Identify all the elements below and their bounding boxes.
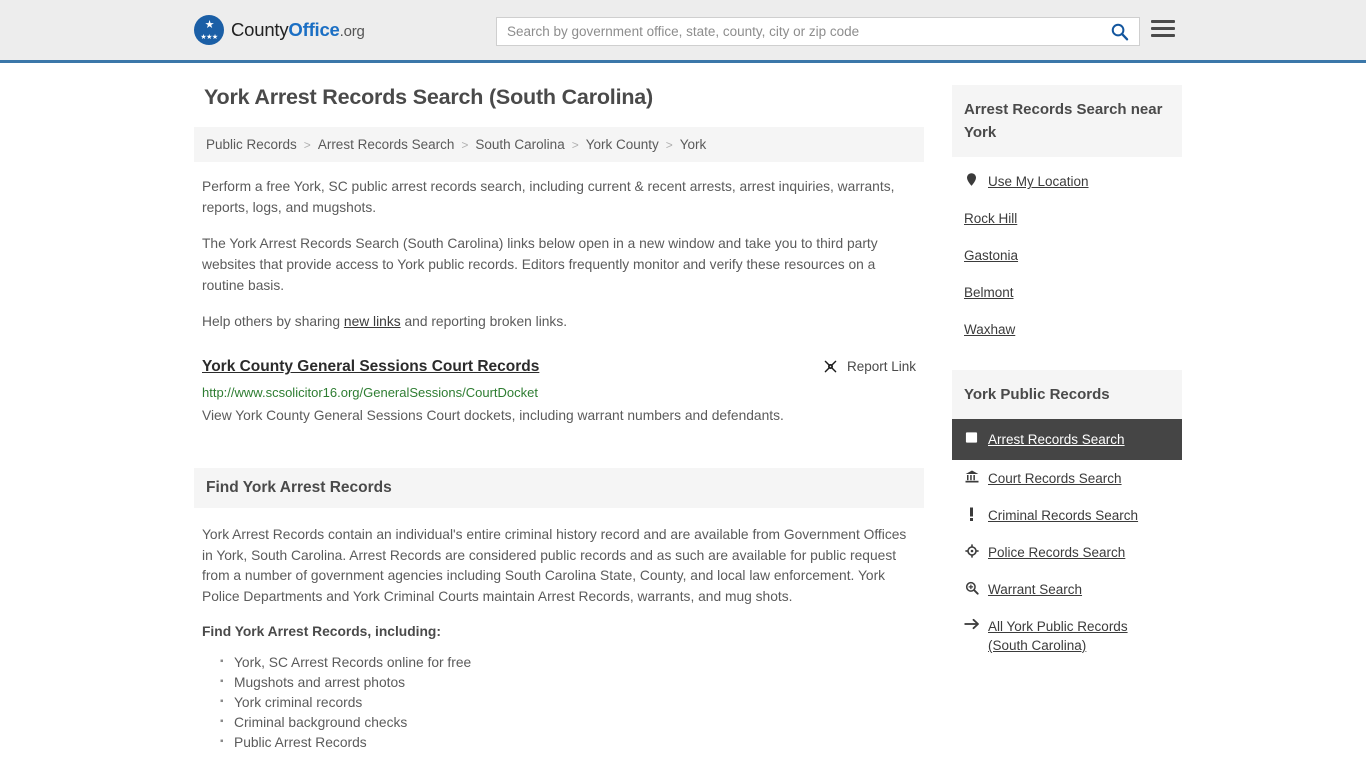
- list-item: Public Arrest Records: [220, 732, 916, 753]
- site-logo[interactable]: ★ ★★★ CountyOffice.org: [194, 15, 365, 45]
- result-item: York County General Sessions Court Recor…: [194, 357, 924, 426]
- intro-paragraph-2: The York Arrest Records Search (South Ca…: [202, 236, 878, 293]
- list-item: York, SC Arrest Records online for free: [220, 652, 916, 673]
- list-item: Criminal background checks: [220, 712, 916, 733]
- sidebar-item-arrest-records-search[interactable]: Arrest Records Search: [952, 419, 1182, 460]
- breadcrumb-item-york[interactable]: York: [680, 137, 707, 152]
- sidebar-item-label[interactable]: Gastonia: [964, 246, 1018, 265]
- sidebar-item-label[interactable]: All York Public Records (South Carolina): [988, 617, 1170, 655]
- sidebar: Arrest Records Search near York Use My L…: [952, 85, 1182, 753]
- section-header: Find York Arrest Records: [194, 468, 924, 508]
- report-link-label: Report Link: [846, 359, 916, 374]
- sidebar-item-label[interactable]: Arrest Records Search: [988, 430, 1125, 449]
- search-icon: [1111, 23, 1128, 41]
- section-body: York Arrest Records contain an individua…: [194, 508, 924, 753]
- breadcrumb-separator-icon: >: [665, 137, 673, 152]
- site-header: ★ ★★★ CountyOffice.org: [0, 0, 1366, 63]
- sidebar-item-label[interactable]: Belmont: [964, 283, 1014, 302]
- sidebar-item-court-records-search[interactable]: Court Records Search: [952, 460, 1182, 497]
- section-heading: Find York Arrest Records: [206, 479, 392, 496]
- sidebar-item-all-york-public-records[interactable]: All York Public Records (South Carolina): [952, 608, 1182, 664]
- search-button[interactable]: [1099, 18, 1139, 45]
- share-text-before: Help others by sharing: [202, 314, 344, 329]
- sidebar-item-label[interactable]: Police Records Search: [988, 543, 1125, 562]
- section-bullet-list: York, SC Arrest Records online for free …: [202, 652, 916, 753]
- main-column: York Arrest Records Search (South Caroli…: [194, 85, 924, 753]
- report-link-button[interactable]: Report Link: [822, 358, 916, 375]
- bank-building-icon: [964, 470, 979, 483]
- sidebar-item-gastonia[interactable]: Gastonia: [952, 237, 1182, 274]
- sidebar-item-label[interactable]: Court Records Search: [988, 469, 1122, 488]
- eagle-seal-icon: ★ ★★★: [194, 15, 224, 45]
- result-title-link[interactable]: York County General Sessions Court Recor…: [202, 357, 539, 377]
- map-pin-icon: [964, 173, 979, 186]
- logo-text-office: Office: [288, 19, 340, 40]
- sidebar-public-records-list: Arrest Records Search Court Records Sear…: [952, 419, 1182, 664]
- sidebar-nearby-list: Use My Location Rock Hill Gastonia Belmo…: [952, 163, 1182, 348]
- hamburger-menu-icon[interactable]: [1151, 20, 1175, 37]
- arrow-right-icon: [964, 618, 979, 630]
- breadcrumb: Public Records > Arrest Records Search >…: [194, 127, 924, 162]
- breadcrumb-separator-icon: >: [461, 137, 469, 152]
- sidebar-public-records-heading: York Public Records: [952, 370, 1182, 419]
- intro-paragraph-1: Perform a free York, SC public arrest re…: [202, 179, 895, 215]
- sidebar-item-label[interactable]: Warrant Search: [988, 580, 1082, 599]
- section-subheading: Find York Arrest Records, including:: [202, 624, 441, 639]
- sidebar-item-warrant-search[interactable]: Warrant Search: [952, 571, 1182, 608]
- breadcrumb-item-public-records[interactable]: Public Records: [206, 137, 297, 152]
- breadcrumb-separator-icon: >: [303, 137, 311, 152]
- search-box: [496, 17, 1140, 46]
- section-paragraph: York Arrest Records contain an individua…: [202, 527, 907, 604]
- exclamation-icon: [964, 507, 979, 521]
- sidebar-item-criminal-records-search[interactable]: Criminal Records Search: [952, 497, 1182, 534]
- logo-text-county: County: [231, 19, 289, 40]
- share-paragraph: Help others by sharing new links and rep…: [194, 311, 924, 332]
- sidebar-item-rock-hill[interactable]: Rock Hill: [952, 200, 1182, 237]
- new-links-link[interactable]: new links: [344, 314, 401, 329]
- breadcrumb-item-arrest-records-search[interactable]: Arrest Records Search: [318, 137, 455, 152]
- sidebar-item-use-my-location[interactable]: Use My Location: [952, 163, 1182, 200]
- sidebar-item-label[interactable]: Use My Location: [988, 172, 1089, 191]
- magnifier-plus-icon: [964, 581, 979, 595]
- share-text-after: and reporting broken links.: [400, 314, 568, 329]
- sidebar-item-police-records-search[interactable]: Police Records Search: [952, 534, 1182, 571]
- id-card-icon: [964, 431, 979, 444]
- sidebar-item-label[interactable]: Waxhaw: [964, 320, 1015, 339]
- list-item: York criminal records: [220, 692, 916, 713]
- search-input[interactable]: [497, 18, 1099, 45]
- broken-link-icon: [824, 360, 837, 373]
- sidebar-nearby-heading: Arrest Records Search near York: [952, 85, 1182, 157]
- sidebar-item-label[interactable]: Rock Hill: [964, 209, 1017, 228]
- page-content: York Arrest Records Search (South Caroli…: [0, 63, 1366, 753]
- breadcrumb-item-york-county[interactable]: York County: [586, 137, 659, 152]
- breadcrumb-separator-icon: >: [571, 137, 579, 152]
- sidebar-item-belmont[interactable]: Belmont: [952, 274, 1182, 311]
- list-item: Mugshots and arrest photos: [220, 672, 916, 693]
- breadcrumb-item-south-carolina[interactable]: South Carolina: [475, 137, 564, 152]
- logo-text-org: .org: [339, 23, 365, 40]
- page-title: York Arrest Records Search (South Caroli…: [204, 85, 653, 109]
- result-url: http://www.scsolicitor16.org/GeneralSess…: [202, 385, 538, 400]
- result-description: View York County General Sessions Court …: [202, 408, 784, 423]
- sidebar-item-label[interactable]: Criminal Records Search: [988, 506, 1138, 525]
- sidebar-item-waxhaw[interactable]: Waxhaw: [952, 311, 1182, 348]
- police-badge-icon: [964, 544, 979, 558]
- logo-text: CountyOffice.org: [231, 19, 365, 41]
